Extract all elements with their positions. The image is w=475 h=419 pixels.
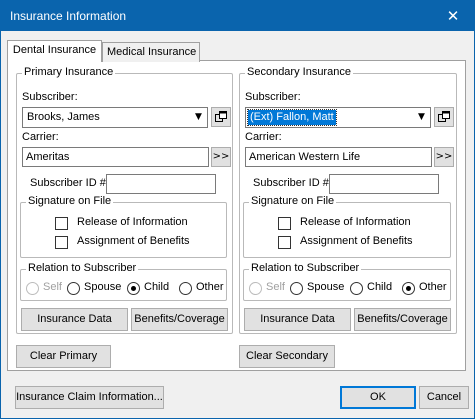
secondary-insurance-data-button[interactable]: Insurance Data	[244, 308, 351, 331]
primary-subscriber-label: Subscriber:	[22, 91, 78, 103]
secondary-relation-spouse-radio[interactable]	[290, 282, 303, 295]
primary-relation-child-label: Child	[144, 281, 170, 293]
insurance-claim-information-label: Insurance Claim Information...	[16, 391, 163, 403]
secondary-assignment-label: Assignment of Benefits	[300, 235, 413, 247]
window-lookup-icon	[215, 111, 227, 122]
primary-release-checkbox[interactable]	[55, 217, 68, 230]
secondary-subscriber-id-field[interactable]	[329, 174, 439, 194]
chevron-down-icon[interactable]: ▼	[191, 109, 206, 126]
primary-relation-other-radio[interactable]	[179, 282, 192, 295]
secondary-insurance-data-label: Insurance Data	[260, 313, 335, 325]
primary-assignment-checkbox[interactable]	[55, 236, 68, 249]
secondary-subscriber-lookup-button[interactable]	[434, 107, 454, 127]
primary-carrier-value: Ameritas	[26, 151, 70, 163]
primary-relation-spouse-label: Spouse	[84, 281, 122, 293]
secondary-carrier-label: Carrier:	[245, 131, 282, 143]
tab-dental-insurance-label: Dental Insurance	[12, 44, 97, 56]
secondary-carrier-field[interactable]: American Western Life	[245, 147, 432, 167]
secondary-carrier-value: American Western Life	[249, 151, 361, 163]
insurance-information-dialog: Insurance Information ✕ Dental Insurance…	[0, 0, 475, 419]
primary-relation-heading: Relation to Subscriber	[26, 262, 139, 274]
cancel-label: Cancel	[426, 391, 462, 403]
secondary-subscriber-label: Subscriber:	[245, 91, 301, 103]
primary-subscriber-dropdown[interactable]: Brooks, James ▼	[22, 107, 208, 128]
secondary-signature-group: Signature on File Release of Information…	[243, 195, 451, 258]
secondary-relation-self-label: Self	[266, 281, 285, 293]
clear-secondary-button[interactable]: Clear Secondary	[239, 345, 335, 368]
primary-subscriber-lookup-button[interactable]	[211, 107, 231, 127]
secondary-insurance-heading: Secondary Insurance	[245, 66, 353, 78]
primary-carrier-label: Carrier:	[22, 131, 59, 143]
secondary-relation-group: Relation to Subscriber Self Spouse Child…	[243, 262, 451, 301]
primary-relation-self-label: Self	[43, 281, 62, 293]
primary-relation-other-label: Other	[196, 281, 224, 293]
secondary-release-label: Release of Information	[300, 216, 411, 228]
primary-subscriber-value: Brooks, James	[27, 111, 100, 123]
cancel-button[interactable]: Cancel	[419, 386, 469, 409]
secondary-benefits-coverage-button[interactable]: Benefits/Coverage	[354, 308, 451, 331]
ok-button[interactable]: OK	[340, 386, 416, 409]
insurance-claim-information-button[interactable]: Insurance Claim Information...	[15, 386, 164, 409]
title-bar[interactable]: Insurance Information ✕	[1, 1, 474, 31]
secondary-relation-child-radio[interactable]	[350, 282, 363, 295]
secondary-release-checkbox[interactable]	[278, 217, 291, 230]
window-lookup-icon	[438, 111, 450, 122]
primary-carrier-lookup-button[interactable]: >>	[211, 147, 231, 167]
primary-subscriber-id-label: Subscriber ID #:	[30, 177, 109, 189]
secondary-carrier-lookup-button[interactable]: >>	[434, 147, 454, 167]
primary-insurance-data-label: Insurance Data	[37, 313, 112, 325]
secondary-subscriber-id-label: Subscriber ID #:	[253, 177, 332, 189]
primary-insurance-heading: Primary Insurance	[22, 66, 116, 78]
primary-benefits-coverage-button[interactable]: Benefits/Coverage	[131, 308, 228, 331]
tab-dental-insurance[interactable]: Dental Insurance	[7, 40, 102, 62]
ok-label: OK	[370, 391, 386, 403]
primary-insurance-data-button[interactable]: Insurance Data	[21, 308, 128, 331]
primary-insurance-group: Primary Insurance Subscriber: Brooks, Ja…	[16, 66, 233, 334]
primary-relation-group: Relation to Subscriber Self Spouse Child…	[20, 262, 227, 301]
primary-subscriber-id-field[interactable]	[106, 174, 216, 194]
secondary-assignment-checkbox[interactable]	[278, 236, 291, 249]
tab-medical-insurance-label: Medical Insurance	[107, 46, 197, 58]
secondary-subscriber-dropdown[interactable]: (Ext) Fallon, Matt ▼	[245, 107, 431, 128]
primary-relation-child-radio[interactable]	[127, 282, 140, 295]
clear-primary-label: Clear Primary	[29, 350, 98, 362]
secondary-subscriber-value: (Ext) Fallon, Matt	[247, 109, 337, 126]
primary-assignment-label: Assignment of Benefits	[77, 235, 190, 247]
chevron-down-icon[interactable]: ▼	[414, 109, 429, 126]
clear-secondary-label: Clear Secondary	[246, 350, 328, 362]
primary-signature-group: Signature on File Release of Information…	[20, 195, 227, 258]
secondary-relation-other-radio[interactable]	[402, 282, 415, 295]
secondary-carrier-lookup-label: >>	[435, 151, 453, 162]
primary-carrier-lookup-label: >>	[212, 151, 230, 162]
secondary-relation-spouse-label: Spouse	[307, 281, 345, 293]
window-title: Insurance Information	[10, 9, 127, 23]
secondary-relation-self-radio[interactable]	[249, 282, 262, 295]
primary-release-label: Release of Information	[77, 216, 188, 228]
secondary-relation-other-label: Other	[419, 281, 447, 293]
primary-relation-spouse-radio[interactable]	[67, 282, 80, 295]
primary-carrier-field[interactable]: Ameritas	[22, 147, 209, 167]
secondary-signature-heading: Signature on File	[249, 195, 337, 207]
primary-signature-heading: Signature on File	[26, 195, 114, 207]
primary-relation-self-radio[interactable]	[26, 282, 39, 295]
clear-primary-button[interactable]: Clear Primary	[16, 345, 111, 368]
secondary-relation-heading: Relation to Subscriber	[249, 262, 362, 274]
primary-benefits-coverage-label: Benefits/Coverage	[134, 313, 225, 325]
dental-insurance-panel: Primary Insurance Subscriber: Brooks, Ja…	[7, 60, 466, 371]
tab-medical-insurance[interactable]: Medical Insurance	[102, 42, 200, 62]
secondary-insurance-group: Secondary Insurance Subscriber: (Ext) Fa…	[239, 66, 457, 334]
close-icon[interactable]: ✕	[432, 1, 474, 31]
secondary-benefits-coverage-label: Benefits/Coverage	[357, 313, 448, 325]
secondary-relation-child-label: Child	[367, 281, 393, 293]
